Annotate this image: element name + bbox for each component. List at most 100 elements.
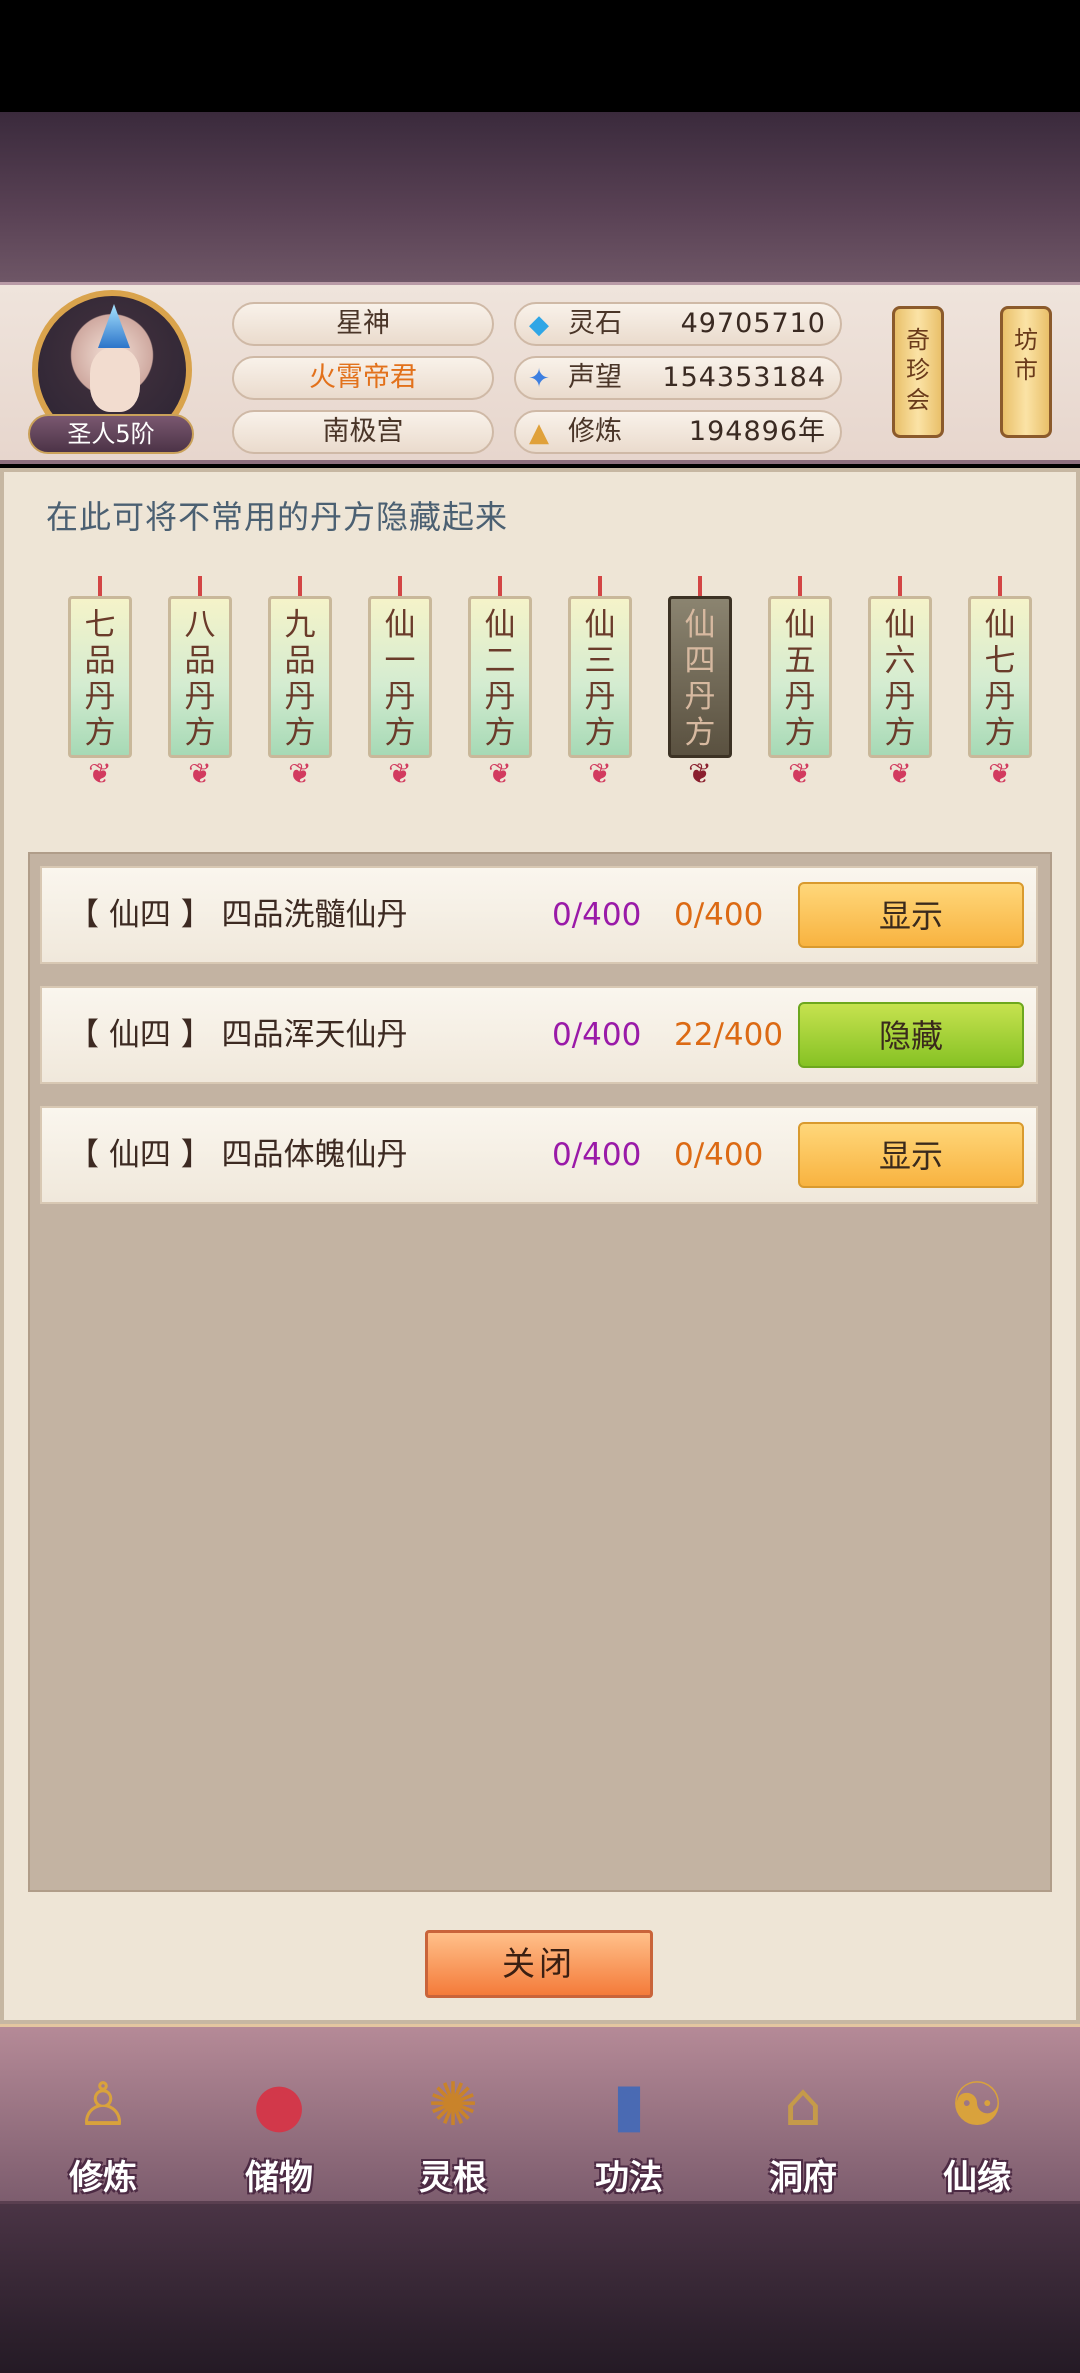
tab-七品丹方[interactable]: 七品丹方 ❦ [68, 576, 132, 826]
stat-value: 49705710 [680, 308, 826, 339]
tab-label-char: 方 [984, 715, 1016, 751]
tab-label-char: 仙 [684, 607, 716, 643]
recipe-count-a: 0/400 [552, 1017, 642, 1053]
tab-label-char: 七 [984, 643, 1016, 679]
tab-label-char: 四 [684, 643, 716, 679]
bottom-decor-band [0, 2204, 1080, 2373]
tab-label-char: 二 [484, 643, 516, 679]
tassel-icon: ❦ [988, 757, 1012, 790]
show-button[interactable]: 显示 [798, 1122, 1024, 1188]
tab-label-char: 三 [584, 643, 616, 679]
spirit-root-icon: ✺ [427, 2070, 479, 2140]
sect-name: 南极宫 [232, 410, 494, 454]
tab-label-char: 品 [184, 643, 216, 679]
gourd-icon: ☯ [950, 2070, 1004, 2140]
nav-storage[interactable]: ● 储物 [214, 2040, 344, 2200]
tab-label-char: 方 [484, 715, 516, 751]
tab-label-char: 方 [284, 715, 316, 751]
tab-仙七丹方[interactable]: 仙七丹方 ❦ [968, 576, 1032, 826]
tab-label-char: 丹 [784, 679, 816, 715]
nav-fate[interactable]: ☯ 仙缘 [912, 2040, 1042, 2200]
nav-technique[interactable]: ▮ 功法 [564, 2040, 694, 2200]
tab-九品丹方[interactable]: 九品丹方 ❦ [268, 576, 332, 826]
stat-label: 修炼 [568, 416, 622, 447]
tab-plate: 仙二丹方 [468, 596, 532, 758]
nav-cultivate[interactable]: ♙ 修炼 [38, 2040, 168, 2200]
tab-label-char: 丹 [684, 679, 716, 715]
stat-reputation: ✦ 声望 154353184 [514, 356, 842, 400]
tab-label-char: 丹 [184, 679, 216, 715]
market-char: 市 [1014, 356, 1038, 384]
tab-string [698, 576, 702, 598]
recipe-count-b: 22/400 [674, 1017, 784, 1053]
status-area [0, 0, 1080, 112]
tassel-icon: ❦ [688, 757, 712, 790]
tab-label-char: 品 [84, 643, 116, 679]
tassel-icon: ❦ [188, 757, 212, 790]
treasure-hall-button[interactable]: 奇 珍 会 [892, 306, 944, 438]
tab-仙四丹方[interactable]: 仙四丹方 ❦ [668, 576, 732, 826]
stat-value: 194896年 [688, 416, 826, 447]
tab-label-char: 仙 [984, 607, 1016, 643]
title-name: 星神 [232, 302, 494, 346]
treasure-hall-char: 奇 [906, 326, 930, 354]
tab-label-char: 丹 [984, 679, 1016, 715]
tab-八品丹方[interactable]: 八品丹方 ❦ [168, 576, 232, 826]
tab-仙二丹方[interactable]: 仙二丹方 ❦ [468, 576, 532, 826]
panel-tip: 在此可将不常用的丹方隐藏起来 [46, 498, 509, 536]
tab-label-char: 丹 [84, 679, 116, 715]
stat-spirit-stone: ◆ 灵石 49705710 [514, 302, 842, 346]
tab-string [998, 576, 1002, 598]
tab-label-char: 仙 [784, 607, 816, 643]
show-button[interactable]: 显示 [798, 882, 1024, 948]
hide-button[interactable]: 隐藏 [798, 1002, 1024, 1068]
tab-plate: 仙五丹方 [768, 596, 832, 758]
market-char: 坊 [1014, 326, 1038, 354]
nav-cave[interactable]: ⌂ 洞府 [738, 2040, 868, 2200]
tab-label-char: 九 [284, 607, 316, 643]
tab-label-char: 仙 [584, 607, 616, 643]
close-button[interactable]: 关闭 [425, 1930, 653, 1998]
tab-string [98, 576, 102, 598]
nav-label: 储物 [245, 2158, 313, 2198]
tab-label-char: 丹 [484, 679, 516, 715]
nav-label: 修炼 [69, 2158, 137, 2198]
tab-string [598, 576, 602, 598]
tab-label-char: 方 [784, 715, 816, 751]
recipe-name: 【 仙四 】 四品浑天仙丹 [68, 1017, 408, 1053]
tab-label-char: 七 [84, 607, 116, 643]
tab-仙五丹方[interactable]: 仙五丹方 ❦ [768, 576, 832, 826]
tab-string [498, 576, 502, 598]
recipe-count-a: 0/400 [552, 897, 642, 933]
tab-label-char: 方 [84, 715, 116, 751]
tab-string [898, 576, 902, 598]
tab-label-char: 丹 [584, 679, 616, 715]
rank-badge: 圣人5阶 [28, 414, 194, 454]
tab-string [198, 576, 202, 598]
tab-label-char: 丹 [284, 679, 316, 715]
market-button[interactable]: 坊 市 [1000, 306, 1052, 438]
tab-label-char: 一 [384, 643, 416, 679]
tab-仙一丹方[interactable]: 仙一丹方 ❦ [368, 576, 432, 826]
recipe-count-a: 0/400 [552, 1137, 642, 1173]
reputation-icon: ✦ [528, 364, 550, 394]
tab-label-char: 方 [684, 715, 716, 751]
tassel-icon: ❦ [288, 757, 312, 790]
recipe-count-b: 0/400 [674, 1137, 764, 1173]
top-decor-band [0, 112, 1080, 282]
recipe-name: 【 仙四 】 四品体魄仙丹 [68, 1137, 408, 1173]
nav-spirit-root[interactable]: ✺ 灵根 [388, 2040, 518, 2200]
recipe-row: 【 仙四 】 四品体魄仙丹 0/400 0/400 显示 [40, 1106, 1038, 1204]
stat-cultivation: ▲ 修炼 194896年 [514, 410, 842, 454]
crown-icon [98, 304, 130, 348]
tab-plate: 仙六丹方 [868, 596, 932, 758]
nav-label: 功法 [595, 2158, 663, 2198]
tab-plate: 仙四丹方 [668, 596, 732, 758]
tab-string [398, 576, 402, 598]
tassel-icon: ❦ [488, 757, 512, 790]
tassel-icon: ❦ [388, 757, 412, 790]
tab-仙三丹方[interactable]: 仙三丹方 ❦ [568, 576, 632, 826]
recipe-name: 【 仙四 】 四品洗髓仙丹 [68, 897, 408, 933]
cultivation-icon: ▲ [529, 418, 549, 448]
tab-仙六丹方[interactable]: 仙六丹方 ❦ [868, 576, 932, 826]
